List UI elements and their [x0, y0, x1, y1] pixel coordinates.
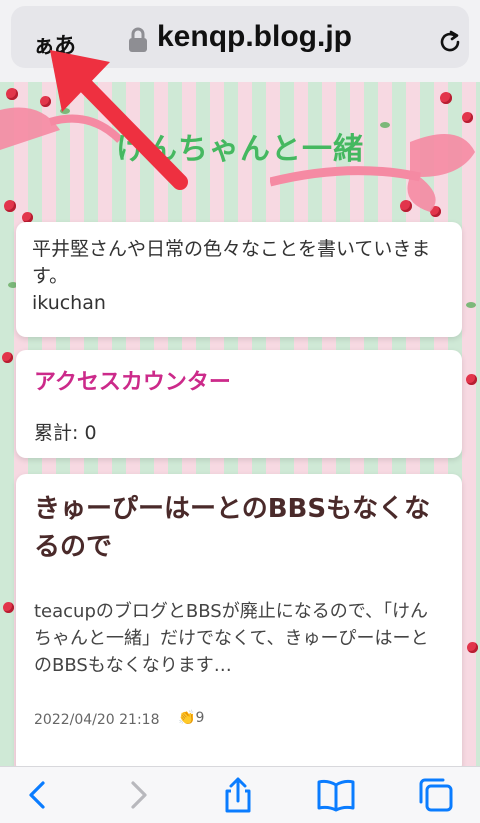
- blog-page: けんちゃんと一緒 平井堅さんや日常の色々なことを書いていきます。 ikuchan…: [0, 82, 480, 766]
- counter-value: 累計: 0: [34, 422, 97, 444]
- post-date: 2022/04/20 21:18: [34, 712, 160, 728]
- browser-top-bar: ぁあ kenqp.blog.jp: [0, 0, 480, 82]
- access-counter-widget: アクセスカウンター 累計: 0: [16, 350, 462, 458]
- url-domain[interactable]: kenqp.blog.jp: [157, 20, 352, 54]
- post-card[interactable]: きゅーぴーはーとのBBSもなくなるので teacupのブログとBBSが廃止になる…: [16, 474, 462, 766]
- clap-counter[interactable]: 👏9: [178, 710, 204, 726]
- back-icon[interactable]: [18, 775, 58, 815]
- lock-icon: [129, 27, 147, 52]
- blog-header: けんちゃんと一緒: [0, 82, 480, 222]
- profile-card: 平井堅さんや日常の色々なことを書いていきます。 ikuchan: [16, 222, 462, 337]
- reload-icon[interactable]: [436, 28, 464, 56]
- author-name[interactable]: ikuchan: [16, 290, 462, 314]
- widget-title: アクセスカウンター: [34, 370, 231, 395]
- browser-toolbar: [0, 766, 480, 823]
- blog-description: 平井堅さんや日常の色々なことを書いていきます。: [32, 238, 431, 287]
- address-bar[interactable]: ぁあ kenqp.blog.jp: [11, 6, 469, 68]
- post-title[interactable]: きゅーぴーはーとのBBSもなくなるので: [16, 474, 462, 566]
- bookmarks-icon[interactable]: [316, 775, 356, 815]
- clap-icon: 👏: [178, 710, 196, 726]
- blog-title[interactable]: けんちゃんと一緒: [0, 124, 480, 168]
- share-icon[interactable]: [218, 775, 258, 815]
- tabs-icon[interactable]: [416, 775, 456, 815]
- text-size-button[interactable]: ぁあ: [33, 28, 76, 60]
- forward-icon[interactable]: [118, 775, 158, 815]
- post-excerpt: teacupのブログとBBSが廃止になるので、「けんちゃんと一緒」だけでなくて、…: [34, 601, 429, 676]
- clap-count: 9: [195, 710, 205, 726]
